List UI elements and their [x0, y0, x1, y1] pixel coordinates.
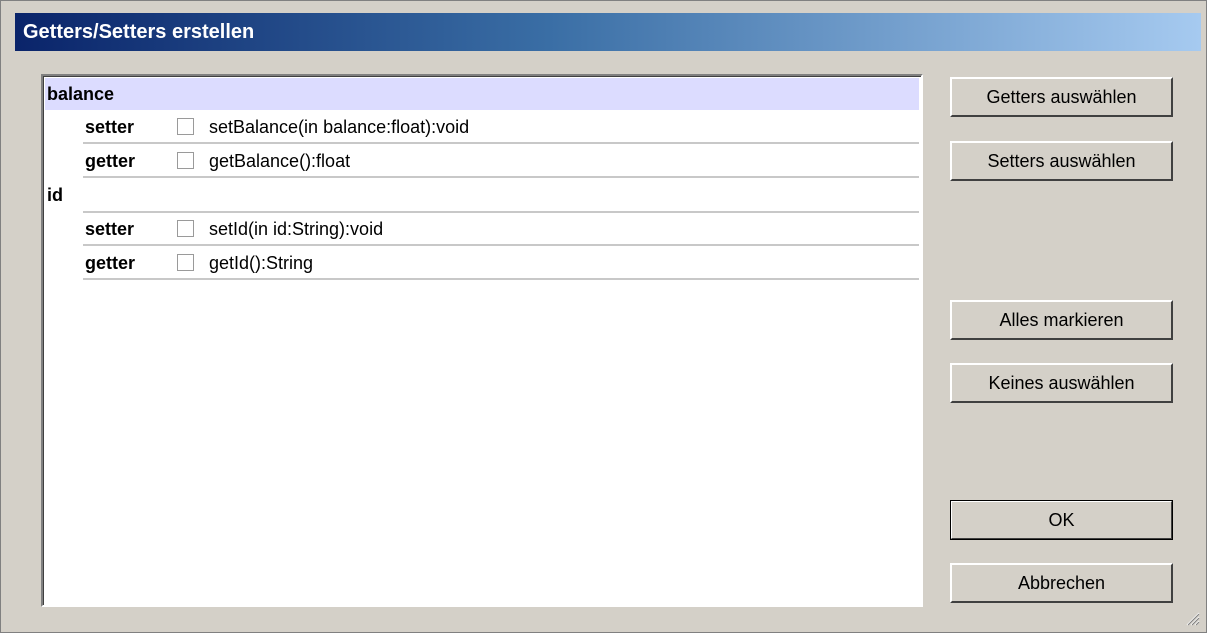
id-getter-checkbox[interactable]: [177, 254, 194, 271]
balance-setter-checkbox[interactable]: [177, 118, 194, 135]
select-getters-button[interactable]: Getters auswählen: [950, 77, 1173, 117]
item-signature: getId():String: [209, 253, 314, 273]
item-signature: setBalance(in balance:float):void: [209, 117, 470, 137]
cancel-button[interactable]: Abbrechen: [950, 563, 1173, 603]
id-setter-checkbox[interactable]: [177, 220, 194, 237]
item-signature: getBalance():float: [209, 151, 351, 171]
ok-button[interactable]: OK: [950, 500, 1173, 540]
item-kind-label: getter: [85, 151, 136, 171]
group-name: balance: [47, 84, 115, 104]
select-setters-button[interactable]: Setters auswählen: [950, 141, 1173, 181]
list-item-balance-setter[interactable]: setter setBalance(in balance:float):void: [83, 111, 919, 144]
list-item-balance-getter[interactable]: getter getBalance():float: [83, 145, 919, 178]
resize-grip-icon[interactable]: [1184, 610, 1200, 626]
select-all-button[interactable]: Alles markieren: [950, 300, 1173, 340]
item-kind-label: setter: [85, 219, 135, 239]
dialog-window: Getters/Setters erstellen balance setter…: [0, 0, 1207, 633]
select-none-button[interactable]: Keines auswählen: [950, 363, 1173, 403]
getter-setter-list[interactable]: balance setter setBalance(in balance:flo…: [41, 74, 923, 607]
item-signature: setId(in id:String):void: [209, 219, 384, 239]
group-row-balance[interactable]: balance: [45, 78, 919, 110]
item-kind-label: getter: [85, 253, 136, 273]
dialog-title: Getters/Setters erstellen: [15, 13, 1201, 51]
balance-getter-checkbox[interactable]: [177, 152, 194, 169]
group-id-divider: [83, 179, 919, 213]
list-item-id-getter[interactable]: getter getId():String: [83, 247, 919, 280]
group-name: id: [47, 185, 63, 205]
list-item-id-setter[interactable]: setter setId(in id:String):void: [83, 213, 919, 246]
item-kind-label: setter: [85, 117, 135, 137]
